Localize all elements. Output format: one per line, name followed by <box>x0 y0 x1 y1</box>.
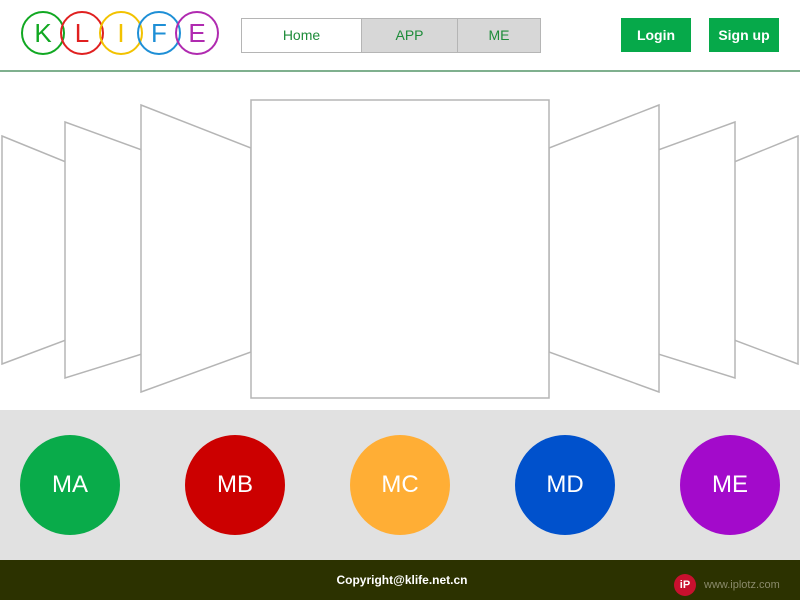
carousel-slide-center <box>250 99 550 399</box>
tab-me[interactable]: ME <box>457 19 540 52</box>
signup-button[interactable]: Sign up <box>709 18 779 52</box>
carousel-slide-left-3 <box>1 134 67 366</box>
iplotz-logo-icon: iP <box>674 574 696 596</box>
carousel-slide-right-3 <box>733 134 799 366</box>
carousel-slides <box>1 99 799 399</box>
module-mc-button[interactable]: MC <box>350 435 450 535</box>
carousel-slide-right-1 <box>548 103 660 394</box>
tab-app[interactable]: APP <box>361 19 457 52</box>
module-mb-button[interactable]: MB <box>185 435 285 535</box>
main-nav: Home APP ME <box>241 18 541 53</box>
modules-band: MA MB MC MD ME <box>0 410 800 560</box>
login-button[interactable]: Login <box>621 18 691 52</box>
logo-letter-l: L <box>60 11 104 55</box>
footer: Copyright@klife.net.cn iP www.iplotz.com <box>0 560 800 600</box>
watermark-text: www.iplotz.com <box>704 579 780 591</box>
carousel-slide-left-1 <box>140 103 252 394</box>
carousel-slide-right-2 <box>657 120 736 380</box>
image-carousel[interactable] <box>0 72 800 410</box>
carousel-slide-left-2 <box>64 120 143 380</box>
tab-home[interactable]: Home <box>242 19 361 52</box>
module-ma-button[interactable]: MA <box>20 435 120 535</box>
module-me-button[interactable]: ME <box>680 435 780 535</box>
logo-letter-e: E <box>175 11 219 55</box>
header: K L I F E Home APP ME Login Sign up <box>0 0 800 72</box>
logo-letter-k: K <box>21 11 65 55</box>
module-md-button[interactable]: MD <box>515 435 615 535</box>
